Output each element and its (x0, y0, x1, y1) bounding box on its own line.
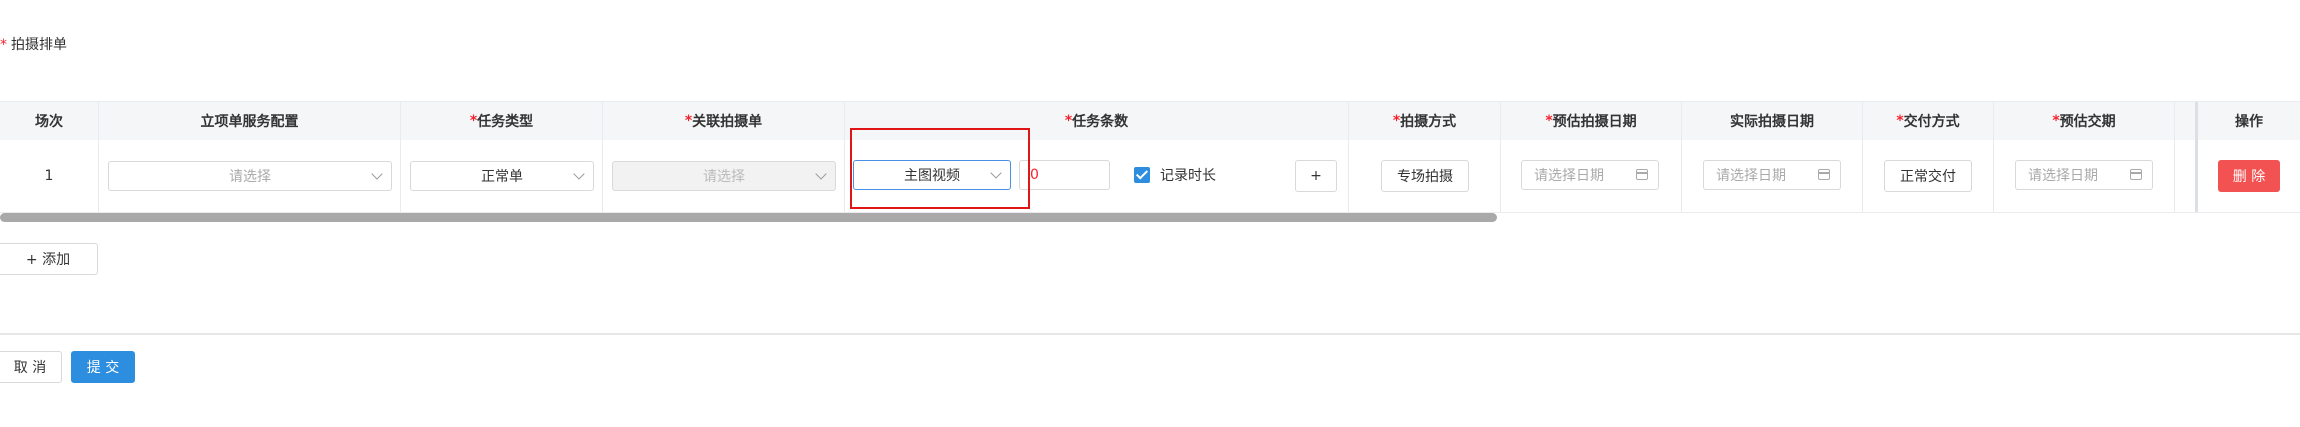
delete-row-button[interactable]: 删 除 (2218, 160, 2280, 192)
horizontal-scrollbar[interactable] (0, 213, 1497, 222)
related-shoot-select: 请选择 (612, 161, 836, 191)
header-service-config: 立项单服务配置 (200, 114, 299, 130)
delivery-method-button[interactable]: 正常交付 (1884, 160, 1972, 192)
shoot-schedule-table: 场次 立项单服务配置 * 任务类型 * 关联拍摄单 * 任务条数 * 拍摄方式 * 预估拍… (0, 101, 2300, 213)
add-row-button[interactable]: + 添加 (0, 243, 98, 275)
actual-shoot-date-picker[interactable]: 请选择日期 (1703, 160, 1841, 190)
record-duration-label: 记录时长 (1160, 168, 1216, 184)
record-duration-checkbox[interactable] (1134, 167, 1150, 183)
calendar-icon (2130, 169, 2142, 180)
section-title: 拍摄排单 (11, 37, 67, 53)
service-config-select[interactable]: 请选择 (108, 161, 392, 191)
calendar-icon (1818, 169, 1830, 180)
est-shoot-date-picker[interactable]: 请选择日期 (1521, 160, 1659, 190)
table-header: 场次 立项单服务配置 * 任务类型 * 关联拍摄单 * 任务条数 * 拍摄方式 * 预估拍… (0, 101, 2300, 141)
chevron-down-icon (573, 168, 585, 180)
divider (0, 333, 2300, 335)
header-actions: 操作 (2235, 114, 2263, 130)
video-type-select[interactable]: 主图视频 (853, 160, 1011, 190)
add-task-button[interactable]: + (1295, 160, 1337, 192)
session-index: 1 (44, 168, 54, 184)
calendar-icon (1636, 169, 1648, 180)
task-count-input[interactable]: 0 (1019, 160, 1110, 190)
est-delivery-date-picker[interactable]: 请选择日期 (2015, 160, 2153, 190)
shoot-method-button[interactable]: 专场拍摄 (1381, 160, 1469, 192)
chevron-down-icon (815, 168, 827, 180)
header-est-delivery: * 预估交期 (2052, 113, 2116, 130)
required-mark: * (0, 37, 7, 53)
section-label: * 拍摄排单 (0, 34, 67, 54)
header-est-shoot-date: * 预估拍摄日期 (1545, 113, 1637, 130)
submit-button[interactable]: 提 交 (71, 351, 135, 383)
header-empty (2175, 102, 2195, 140)
task-type-select[interactable]: 正常单 (410, 161, 594, 191)
header-actual-shoot-date: 实际拍摄日期 (1730, 114, 1814, 130)
table-row: 1 请选择 正常单 请选择 主图视频 0 记录时长 + 专场拍摄 请选择日期 请… (0, 140, 2300, 213)
header-session: 场次 (35, 114, 63, 130)
header-task-count: * 任务条数 (1064, 113, 1129, 130)
header-related-shoot: * 关联拍摄单 (684, 113, 763, 130)
chevron-down-icon (990, 167, 1002, 179)
chevron-down-icon (371, 168, 383, 180)
cancel-button[interactable]: 取 消 (0, 351, 62, 383)
header-delivery-method: * 交付方式 (1896, 113, 1960, 130)
header-task-type: * 任务类型 (469, 113, 534, 130)
header-shoot-method: * 拍摄方式 (1392, 113, 1457, 130)
